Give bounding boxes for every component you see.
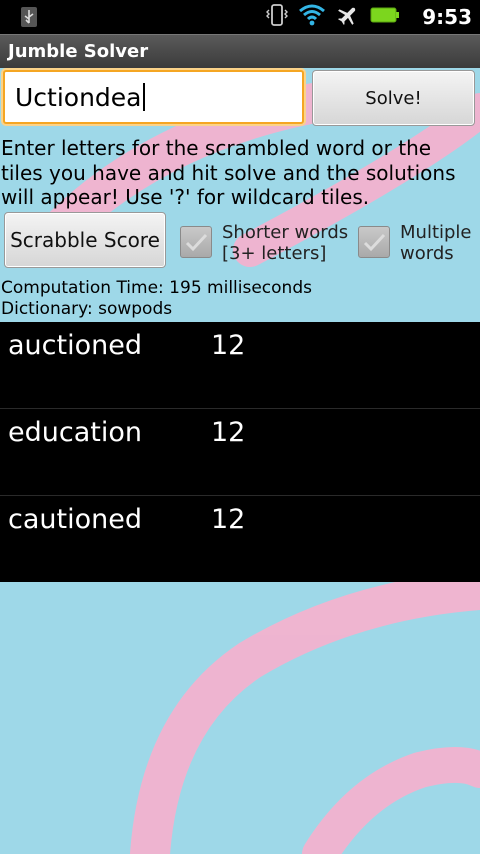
result-word: auctioned: [8, 330, 142, 361]
multiple-words-label: Multiple words: [400, 222, 472, 264]
results-list: auctioned 12 education 12 cautioned 12: [0, 322, 480, 582]
shorter-words-checkbox[interactable]: [180, 226, 212, 258]
battery-icon: [370, 6, 400, 28]
result-word: education: [8, 417, 142, 448]
computation-time: Computation Time: 195 milliseconds: [1, 278, 312, 298]
result-row[interactable]: auctioned 12: [0, 322, 480, 409]
scrabble-score-button[interactable]: Scrabble Score: [4, 212, 166, 268]
multiple-words-checkbox[interactable]: [358, 226, 390, 258]
multiple-words-label-line1: Multiple: [400, 222, 472, 243]
multiple-words-label-line2: words: [400, 243, 454, 264]
letters-input[interactable]: Uctiondea: [3, 70, 304, 124]
instructions-text: Enter letters for the scrambled word or …: [1, 136, 456, 209]
status-time: 9:53: [422, 5, 472, 29]
airplane-icon: [336, 3, 360, 31]
result-row[interactable]: education 12: [0, 409, 480, 496]
shorter-words-label-line1: Shorter words: [222, 222, 349, 243]
status-bar: 9:53: [0, 0, 480, 34]
result-score: 12: [211, 504, 246, 535]
letters-input-value: Uctiondea: [15, 82, 142, 112]
wifi-icon: [298, 4, 326, 30]
dictionary-name: Dictionary: sowpods: [1, 299, 173, 319]
usb-icon: [18, 6, 40, 32]
result-row[interactable]: cautioned 12: [0, 496, 480, 582]
result-score: 12: [211, 330, 246, 361]
check-icon: [363, 233, 386, 252]
computation-info: Computation Time: 195 milliseconds Dicti…: [1, 278, 312, 320]
text-caret: [142, 83, 145, 111]
result-score: 12: [211, 417, 246, 448]
shorter-words-label-line2: [3+ letters]: [222, 243, 327, 264]
main-content: Uctiondea Solve! Enter letters for the s…: [0, 68, 480, 854]
check-icon: [185, 233, 208, 252]
solve-button[interactable]: Solve!: [312, 70, 475, 126]
shorter-words-label: Shorter words [3+ letters]: [222, 222, 348, 264]
result-word: cautioned: [8, 504, 142, 535]
app-title-bar: Jumble Solver: [0, 34, 480, 68]
app-title: Jumble Solver: [8, 41, 149, 62]
vibrate-icon: [266, 3, 288, 31]
